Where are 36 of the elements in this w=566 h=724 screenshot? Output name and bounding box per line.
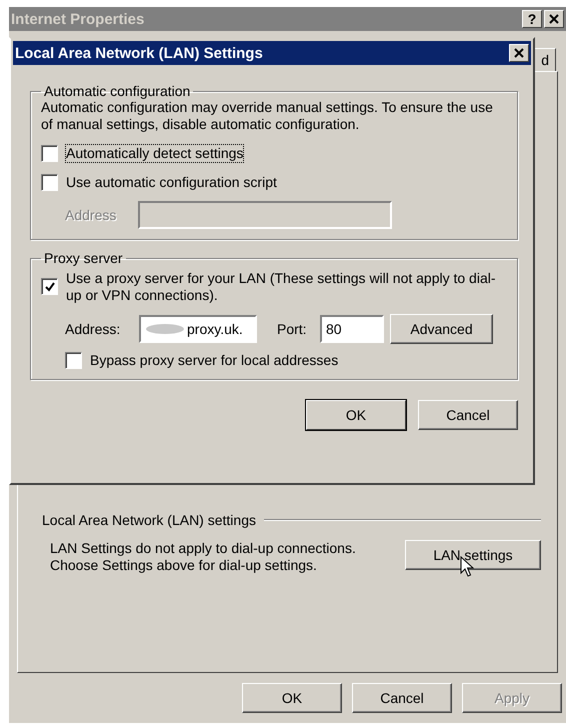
port-field[interactable]: 80 xyxy=(320,315,384,343)
address-field[interactable] xyxy=(138,201,392,229)
lan-settings-button[interactable]: LAN settings xyxy=(405,540,541,570)
field-label: Port: xyxy=(277,320,308,338)
window-title: Internet Properties xyxy=(11,10,144,28)
field-value: proxy.uk. xyxy=(187,321,243,337)
checkbox-label[interactable]: Bypass proxy server for local addresses xyxy=(90,352,338,369)
checkbox-label[interactable]: Use automatic configuration script xyxy=(66,174,277,191)
dialog-button[interactable]: OK xyxy=(242,683,342,713)
dialog-button[interactable]: OK xyxy=(306,400,406,430)
checkbox[interactable] xyxy=(65,352,82,369)
checkbox-label[interactable]: Use a proxy server for your LAN (These settings will not apply to dial-up or VPN connections). xyxy=(66,270,507,304)
close-icon xyxy=(514,48,524,58)
dialog-button[interactable]: Cancel xyxy=(418,400,518,430)
close-button[interactable] xyxy=(509,44,529,62)
checkbox[interactable] xyxy=(41,278,58,295)
checkbox[interactable] xyxy=(41,174,58,191)
check-icon xyxy=(44,282,54,292)
dialog-button[interactable]: Cancel xyxy=(352,683,452,713)
dialog-title: Local Area Network (LAN) Settings xyxy=(15,44,263,62)
checkbox-label[interactable]: Automatically detect settings xyxy=(66,145,244,162)
advanced-button[interactable]: Advanced xyxy=(390,314,493,344)
field-label: Address: xyxy=(65,320,122,338)
field-value: 80 xyxy=(326,321,342,337)
close-button[interactable] xyxy=(544,10,564,28)
group-description: Automatic configuration may override manual settings. To ensure the use of manual settings, disable automatic configuration. xyxy=(41,99,494,133)
group-heading: Automatic configuration xyxy=(43,83,192,99)
blurred-redaction-icon xyxy=(145,323,185,335)
help-button[interactable]: ? xyxy=(522,10,542,28)
lan-description: LAN Settings do not apply to dial-up connections. Choose Settings above for dial-up settings. xyxy=(50,540,356,574)
proxy-address-field[interactable]: proxy.uk. xyxy=(139,315,257,343)
group-heading: Proxy server xyxy=(43,250,124,266)
close-icon xyxy=(549,14,559,24)
section-heading: Local Area Network (LAN) settings xyxy=(42,512,256,528)
field-label: Address xyxy=(65,206,116,224)
checkbox[interactable] xyxy=(41,145,58,162)
